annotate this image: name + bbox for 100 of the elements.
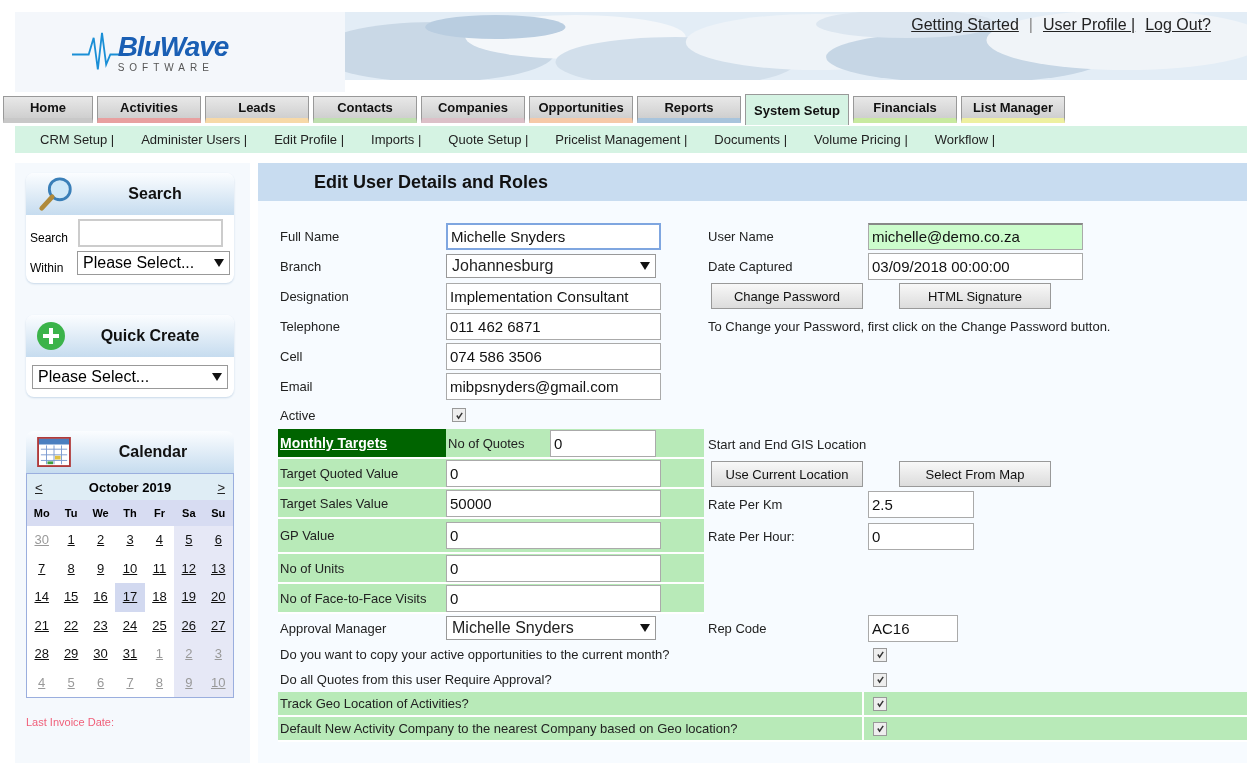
weekday-label: Sa <box>181 507 197 519</box>
checkmark-icon <box>875 699 885 708</box>
sub-nav-link[interactable]: Volume Pricing | <box>814 132 908 147</box>
calendar-day[interactable]: 16 <box>85 583 116 612</box>
text-field[interactable]: Michelle Snyders <box>446 222 661 250</box>
calendar-day[interactable]: 18 <box>144 583 175 612</box>
text-field[interactable]: mibpsnyders@gmail.com <box>446 372 661 400</box>
text-field[interactable]: 0 <box>868 523 974 550</box>
calendar-day[interactable]: 31 <box>115 640 145 669</box>
nav-tab[interactable]: Financials <box>853 96 957 123</box>
calendar-day[interactable]: 17 <box>115 583 145 612</box>
checkbox[interactable] <box>873 672 887 687</box>
nav-tab[interactable]: System Setup <box>745 94 849 125</box>
dropdown[interactable]: Johannesburg <box>446 254 656 278</box>
getting-started-link[interactable]: Getting Started <box>911 16 1019 34</box>
field-label: Rep Code <box>707 620 768 636</box>
nav-tab[interactable]: Opportunities <box>529 96 633 123</box>
checkbox[interactable] <box>873 721 887 736</box>
sub-nav-link[interactable]: Pricelist Management | <box>555 132 688 147</box>
calendar-icon <box>36 437 72 467</box>
user-profile-link[interactable]: User Profile | <box>1043 16 1136 34</box>
field-label: Cell <box>279 347 304 366</box>
dropdown[interactable]: Michelle Snyders <box>446 616 656 640</box>
sub-nav-link[interactable]: Administer Users | <box>141 132 248 147</box>
nav-tab[interactable]: Contacts <box>313 96 417 123</box>
calendar-day[interactable]: 3 <box>115 526 145 555</box>
calendar-day[interactable]: 21 <box>27 611 57 640</box>
target-field[interactable]: 0 <box>446 554 661 582</box>
calendar-day[interactable]: 10 <box>115 554 145 583</box>
calendar-day[interactable]: 24 <box>115 611 145 640</box>
sub-nav-link[interactable]: CRM Setup | <box>40 132 115 147</box>
field-label: Rate Per Hour: <box>707 529 796 544</box>
calendar-day[interactable]: 22 <box>56 611 86 640</box>
target-field[interactable]: 0 <box>446 522 661 549</box>
calendar-day[interactable]: 29 <box>56 640 86 669</box>
field-label: Rate Per Km <box>707 496 784 512</box>
target-field[interactable]: 50000 <box>446 489 661 517</box>
action-button[interactable]: HTML Signature <box>899 283 1051 309</box>
next-month-link[interactable]: > <box>217 479 225 495</box>
field-label: Email <box>279 377 314 396</box>
calendar-day[interactable]: 8 <box>56 554 86 583</box>
sub-nav-link[interactable]: Quote Setup | <box>448 132 529 147</box>
calendar-day[interactable]: 2 <box>85 526 116 555</box>
calendar-day[interactable]: 30 <box>85 640 116 669</box>
checkbox[interactable] <box>452 408 466 422</box>
calendar-day[interactable]: 20 <box>203 583 233 612</box>
calendar-day[interactable]: 28 <box>27 640 57 669</box>
calendar-day[interactable]: 9 <box>85 554 116 583</box>
calendar-day[interactable]: 14 <box>27 583 57 612</box>
nav-tab[interactable]: Home <box>3 96 93 123</box>
logo-tagline: SOFTWARE <box>117 61 215 73</box>
calendar-day[interactable]: 1 <box>56 526 86 555</box>
text-field[interactable]: 03/09/2018 00:00:00 <box>868 252 1083 280</box>
calendar-day[interactable]: 25 <box>144 611 175 640</box>
target-field[interactable]: 0 <box>446 459 661 487</box>
nav-tab[interactable]: Activities <box>97 96 201 123</box>
calendar-day[interactable]: 6 <box>203 526 233 555</box>
quotes-field[interactable]: 0 <box>550 429 656 457</box>
sub-nav-link[interactable]: Workflow | <box>934 132 995 147</box>
text-field[interactable]: AC16 <box>868 614 958 642</box>
nav-tab[interactable]: Reports <box>637 96 741 123</box>
calendar-day[interactable]: 19 <box>174 583 204 612</box>
text-field[interactable]: Implementation Consultant <box>446 282 661 310</box>
sub-nav-link[interactable]: Documents | <box>714 132 788 147</box>
sub-nav-link[interactable]: Edit Profile | <box>274 132 344 147</box>
panel-title: Calendar <box>117 443 189 461</box>
calendar-day[interactable]: 11 <box>144 554 175 583</box>
nav-tab[interactable]: Leads <box>205 96 309 123</box>
field-label: No of Face-to-Face Visits <box>278 584 446 614</box>
within-dropdown[interactable]: Please Select... <box>77 251 230 275</box>
text-field[interactable]: 2.5 <box>868 490 974 518</box>
quick-create-dropdown[interactable]: Please Select... <box>32 365 228 389</box>
calendar-day[interactable]: 7 <box>27 554 57 583</box>
text-field[interactable]: 074 586 3506 <box>446 342 661 370</box>
action-button[interactable]: Change Password <box>711 283 863 309</box>
checkbox[interactable] <box>873 647 887 662</box>
search-field[interactable] <box>78 219 223 247</box>
calendar-day[interactable]: 5 <box>174 526 204 555</box>
plus-icon <box>36 321 66 351</box>
monthly-targets-link[interactable]: Monthly Targets <box>280 435 388 451</box>
calendar-day[interactable]: 15 <box>56 583 86 612</box>
calendar-day[interactable]: 23 <box>85 611 116 640</box>
action-button[interactable]: Select From Map <box>899 461 1051 487</box>
log-out-link[interactable]: Log Out? <box>1145 16 1211 34</box>
calendar-day[interactable]: 26 <box>174 611 204 640</box>
calendar-day[interactable]: 4 <box>144 526 175 555</box>
nav-tab[interactable]: List Manager <box>961 96 1065 123</box>
info-text: Start and End GIS Location <box>707 436 867 452</box>
month-title: October 2019 <box>88 479 172 495</box>
calendar-day[interactable]: 12 <box>174 554 204 583</box>
text-field[interactable]: michelle@demo.co.za <box>868 222 1083 250</box>
link-separator: | <box>1028 16 1033 34</box>
action-button[interactable]: Use Current Location <box>711 461 863 487</box>
checkbox[interactable] <box>873 696 887 711</box>
target-field[interactable]: 0 <box>446 584 661 612</box>
text-field[interactable]: 011 462 6871 <box>446 312 661 340</box>
weekday-label: We <box>91 507 110 519</box>
sub-nav-link[interactable]: Imports | <box>371 132 422 147</box>
previous-month-link[interactable]: < <box>35 479 43 495</box>
nav-tab[interactable]: Companies <box>421 96 525 123</box>
